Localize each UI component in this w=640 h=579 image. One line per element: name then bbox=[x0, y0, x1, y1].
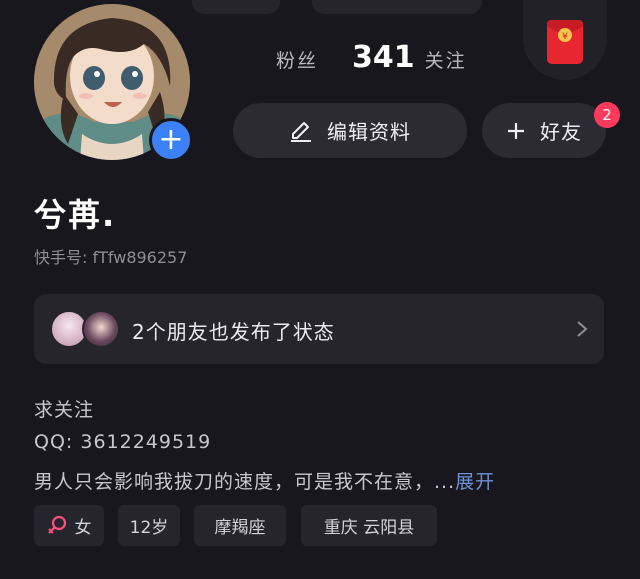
expand-bio-link[interactable]: 展开 bbox=[455, 471, 495, 493]
friend-request-badge: 2 bbox=[594, 102, 620, 128]
friends-status-text: 2个朋友也发布了状态 bbox=[132, 320, 335, 344]
add-friend-button[interactable]: 好友 bbox=[482, 103, 606, 158]
age-tag: 12岁 bbox=[118, 505, 180, 546]
plus-icon: + bbox=[158, 122, 184, 157]
red-packet-button[interactable]: ¥ bbox=[523, 0, 607, 80]
edit-profile-button[interactable]: 编辑资料 bbox=[233, 103, 467, 158]
edit-profile-label: 编辑资料 bbox=[327, 120, 411, 144]
edit-pencil-icon bbox=[289, 119, 313, 143]
gender-label: 女 bbox=[74, 518, 92, 538]
friend-avatar bbox=[82, 310, 120, 348]
bio-line-1: 求关注 bbox=[34, 399, 95, 421]
fans-label[interactable]: 粉丝 bbox=[276, 46, 318, 73]
gender-tag: 女 bbox=[34, 505, 104, 546]
following-label[interactable]: 关注 bbox=[425, 46, 467, 73]
bio-line-2: QQ: 3612249519 bbox=[34, 431, 212, 453]
kuaishou-id[interactable]: 快手号: fTfw896257 bbox=[34, 244, 187, 268]
location-tag: 重庆 云阳县 bbox=[301, 505, 437, 546]
nickname: 兮苒. bbox=[34, 196, 117, 234]
bio-text: 男人只会影响我拔刀的速度，可是我不在意，... bbox=[34, 471, 456, 493]
chevron-right-icon bbox=[576, 320, 588, 342]
friends-status-card[interactable]: 2个朋友也发布了状态 bbox=[34, 294, 604, 364]
female-icon bbox=[47, 515, 67, 537]
top-bar-shape-left bbox=[192, 0, 280, 14]
svg-text:¥: ¥ bbox=[562, 32, 568, 42]
zodiac-tag: 摩羯座 bbox=[194, 505, 286, 546]
following-count[interactable]: 341 bbox=[352, 40, 415, 75]
profile-stats: 粉丝 341 关注 bbox=[276, 40, 467, 75]
bio-line-3: 男人只会影响我拔刀的速度，可是我不在意，...展开 bbox=[34, 467, 495, 494]
top-bar-shape-right bbox=[312, 0, 482, 14]
add-friend-label: 好友 bbox=[540, 120, 582, 144]
add-avatar-button[interactable]: + bbox=[149, 118, 193, 162]
red-packet-icon: ¥ bbox=[547, 20, 583, 64]
plus-icon bbox=[506, 121, 526, 141]
